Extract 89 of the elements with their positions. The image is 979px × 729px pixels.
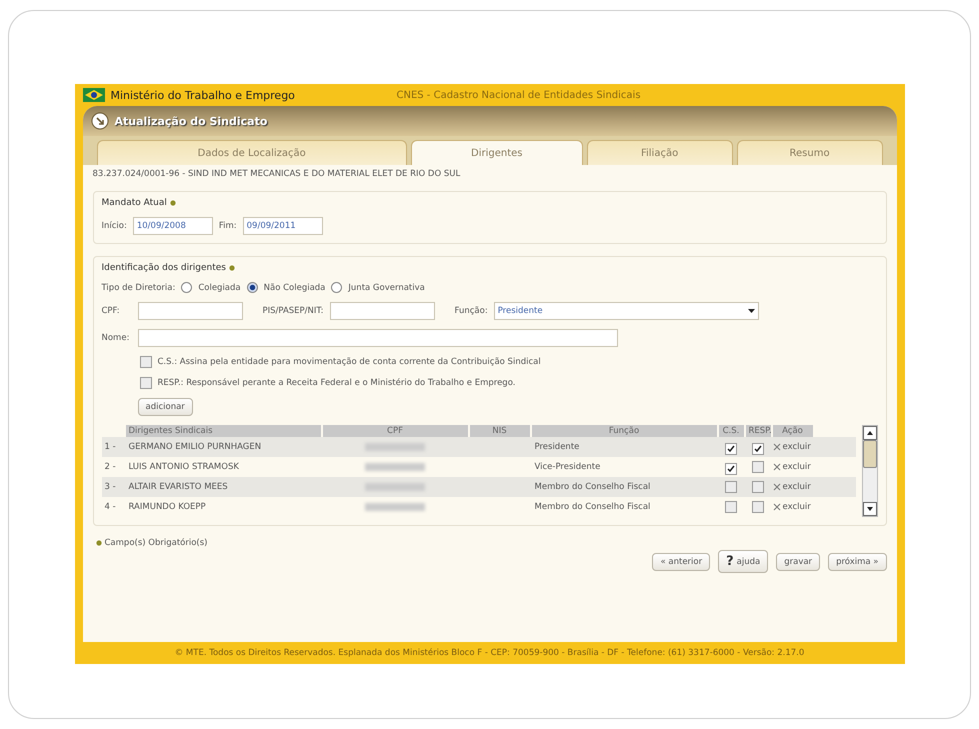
input-field[interactable]: [330, 302, 435, 320]
panel-legend: Mandato Atual: [102, 198, 167, 208]
redacted-block: [365, 503, 425, 511]
panel-legend: Identificação dos dirigentes: [102, 263, 226, 273]
checkbox[interactable]: [752, 442, 764, 454]
checkbox[interactable]: [725, 442, 737, 454]
delete-link[interactable]: excluir: [782, 462, 811, 472]
input-field[interactable]: [138, 329, 618, 347]
nav-button[interactable]: gravar: [776, 552, 820, 570]
field-label: Nome:: [102, 333, 130, 343]
system-name: CNES - Cadastro Nacional de Entidades Sindicais: [396, 90, 641, 100]
caret-icon: [748, 309, 755, 313]
checkbox-label: RESP.: Responsável perante a Receita Federal e o Ministério do Trabalho e Emprego.: [158, 378, 516, 388]
page-title: Atualização do Sindicato: [114, 114, 268, 128]
tab[interactable]: Resumo: [736, 140, 883, 165]
radio-label: Não Colegiada: [264, 282, 326, 292]
row-number: 2 -: [104, 462, 117, 472]
delete-link[interactable]: excluir: [782, 442, 811, 452]
column-header: RESP.: [746, 425, 770, 437]
table-cell-text: Membro do Conselho Fiscal: [534, 502, 652, 512]
checkbox-label: C.S.: Assina pela entidade para movimentação de conta corrente da Contribuição Sindical: [158, 357, 541, 367]
checkbox[interactable]: [752, 500, 764, 512]
table-cell-text: GERMANO EMILIO PURNHAGEN: [128, 442, 262, 452]
footer-text: © MTE. Todos os Direitos Reservados. Esplanada dos Ministérios Bloco F - CEP: 70059-900 - Brasília - DF - Telefone: (61) 3317-6000 - Versão: 2.17.0: [174, 648, 804, 658]
tab[interactable]: Filiação: [586, 140, 733, 165]
tab[interactable]: Dados de Localização: [96, 140, 407, 165]
checkbox[interactable]: [725, 480, 737, 492]
radio-button[interactable]: [331, 282, 342, 293]
checkbox[interactable]: [725, 500, 737, 512]
column-header: NIS: [470, 425, 530, 437]
checkbox[interactable]: [140, 377, 152, 389]
radio-label: Colegiada: [198, 282, 241, 292]
help-button[interactable]: ? ajuda: [718, 550, 768, 573]
input-field[interactable]: 09/09/2011: [242, 217, 323, 235]
required-mark-icon: [170, 200, 176, 206]
delete-icon: [772, 483, 780, 491]
field-label: Início:: [102, 221, 127, 231]
field-label: Tipo de Diretoria:: [102, 282, 176, 292]
required-mark-icon: [96, 540, 102, 546]
redacted-block: [365, 463, 425, 471]
field-label: Fim:: [218, 221, 237, 231]
table-cell-text: ALTAIR EVARISTO MEES: [128, 482, 229, 492]
required-mark-icon: [229, 265, 235, 271]
scroll-down-icon[interactable]: [862, 502, 876, 516]
redacted-block: [365, 483, 425, 491]
entity-name: 83.237.024/0001-96 - SIND IND MET MECANICAS E DO MATERIAL ELET DE RIO DO SUL: [92, 169, 462, 179]
scroll-up-icon[interactable]: [862, 426, 876, 440]
column-header: Função: [532, 425, 716, 437]
scroll-thumb[interactable]: [862, 440, 876, 468]
checkbox[interactable]: [725, 462, 737, 474]
add-button[interactable]: adicionar: [138, 398, 193, 416]
radio-label: Junta Governativa: [348, 282, 425, 292]
table-cell-text: Membro do Conselho Fiscal: [534, 482, 652, 492]
scrollbar[interactable]: [862, 425, 878, 517]
redacted-block: [365, 443, 425, 451]
table-cell-text: RAIMUNDO KOEPP: [128, 502, 207, 512]
row-number: 1 -: [104, 442, 117, 452]
input-field[interactable]: 10/09/2008: [132, 217, 213, 235]
ministry-name: Ministério do Trabalho e Emprego: [110, 88, 296, 102]
row-number: 3 -: [104, 482, 117, 492]
field-label: PIS/PASEP/NIT:: [262, 306, 324, 316]
checkbox[interactable]: [140, 356, 152, 368]
arrow-circle-icon: [90, 112, 108, 130]
radio-button[interactable]: [246, 282, 258, 293]
column-header: Dirigentes Sindicais: [126, 425, 320, 437]
delete-link[interactable]: excluir: [782, 502, 811, 512]
delete-icon: [772, 503, 780, 511]
delete-link[interactable]: excluir: [782, 482, 811, 492]
nav-button[interactable]: « anterior: [652, 552, 710, 570]
field-label: CPF:: [102, 306, 121, 316]
flag-logo-icon: [82, 88, 104, 102]
row-number: 4 -: [104, 502, 117, 512]
required-note: Campo(s) Obrigatório(s): [104, 538, 208, 548]
radio-button[interactable]: [181, 282, 192, 293]
table-cell-text: Presidente: [534, 442, 580, 452]
tab[interactable]: Dirigentes: [410, 140, 583, 165]
checkbox[interactable]: [752, 460, 764, 472]
column-header: CPF: [322, 425, 468, 437]
field-label: Função:: [454, 306, 488, 316]
table-cell-text: LUIS ANTONIO STRAMOSK: [128, 462, 240, 472]
column-header: C.S.: [718, 425, 744, 437]
function-dropdown[interactable]: Presidente: [494, 302, 759, 320]
input-field[interactable]: [138, 302, 242, 320]
nav-button[interactable]: próxima »: [828, 552, 886, 570]
delete-icon: [772, 443, 780, 451]
table-cell-text: Vice-Presidente: [534, 462, 602, 472]
checkbox[interactable]: [752, 480, 764, 492]
column-header: Ação: [772, 425, 812, 437]
delete-icon: [772, 463, 780, 471]
